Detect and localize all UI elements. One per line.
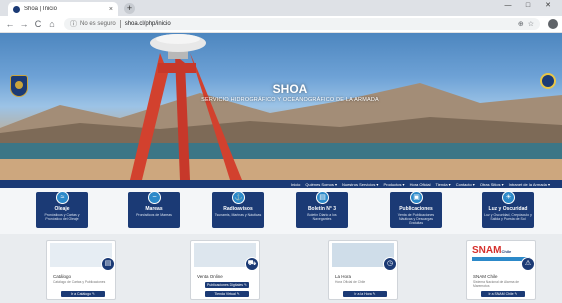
pub-title: La Hora xyxy=(335,274,352,279)
service-title: Radioavisos xyxy=(223,206,253,212)
bulletin-icon: ▤ xyxy=(316,191,329,204)
url-text[interactable]: shoa.cl/php/inicio xyxy=(125,21,514,27)
reload-icon[interactable]: C xyxy=(32,19,44,29)
hero-banner: SHOA SERVICIO HIDROGRÁFICO Y OCEANOGRÁFI… xyxy=(0,33,562,180)
nav-item-contacto[interactable]: Contacto ▾ xyxy=(456,182,475,187)
service-card-oleaje[interactable]: ≈ Oleaje Pronósticos y Cartas y Pronósti… xyxy=(36,191,88,228)
pub-desc: Sistema Nacional de Alarma de Maremotos xyxy=(473,280,519,288)
publicaciones-digitales-button[interactable]: Publicaciones Digitales ✎ xyxy=(205,282,249,288)
back-icon[interactable]: ← xyxy=(4,19,16,29)
nav-item-intranet[interactable]: Intranet de la Armada ▾ xyxy=(509,182,550,187)
pub-title: SNAM Chile xyxy=(473,274,498,279)
bookmark-star-icon[interactable]: ☆ xyxy=(528,20,534,28)
tab-close-icon[interactable]: × xyxy=(109,6,113,13)
la-hora-button[interactable]: Ir a la Hora ✎ xyxy=(343,291,387,297)
close-window-button[interactable]: ✕ xyxy=(538,0,558,12)
service-desc: Boletín Diario a los Navegantes xyxy=(307,213,337,221)
service-desc: Luz y Oscuridad, Crepúsculo y Salida y P… xyxy=(484,213,532,221)
tienda-virtual-button[interactable]: Tienda Virtual ✎ xyxy=(205,291,249,297)
nav-item-servicios[interactable]: Nuestros Servicios ▾ xyxy=(342,182,378,187)
pub-card-la-hora: ◷ La Hora Hora Oficial de Chile Ir a la … xyxy=(328,240,398,300)
pub-card-snam: SNAMChile ⚠ SNAM Chile Sistema Nacional … xyxy=(466,240,536,300)
nav-item-otros-sitios[interactable]: Otras Sitios ▾ xyxy=(480,182,504,187)
browser-tabstrip: Shoa | Inicio × + — □ ✕ xyxy=(0,0,562,16)
main-navbar: Inicio Quiénes Somos ▾ Nuestros Servicio… xyxy=(0,180,562,188)
service-title: Luz y Oscuridad xyxy=(488,206,528,212)
nav-item-tienda[interactable]: Tienda ▾ xyxy=(435,182,450,187)
omnibox-divider xyxy=(119,20,121,28)
anchor-icon: ⚓ xyxy=(232,191,245,204)
service-card-luz-oscuridad[interactable]: ☀ Luz y Oscuridad Luz y Oscuridad, Crepú… xyxy=(482,191,534,228)
seal-icon[interactable] xyxy=(540,73,556,89)
service-card-boletin[interactable]: ▤ Boletín N° 3 Boletín Diario a los Nave… xyxy=(296,191,348,228)
snam-logo-main: SNAM xyxy=(472,245,502,256)
clock-icon: ◷ xyxy=(383,257,397,271)
browser-toolbar: ← → C ⌂ ⓘ No es seguro shoa.cl/php/inici… xyxy=(0,16,562,33)
service-card-mareas[interactable]: ~ Mareas Pronósticos de Mareas xyxy=(128,191,180,228)
window-controls: — □ ✕ xyxy=(498,0,558,12)
forward-icon[interactable]: → xyxy=(18,19,30,29)
alarm-icon: ⚠ xyxy=(521,257,535,271)
new-tab-button[interactable]: + xyxy=(124,3,135,14)
wave-icon: ≈ xyxy=(56,191,69,204)
catalogo-button[interactable]: Ir a Catálogo ✎ xyxy=(61,291,105,297)
home-icon[interactable]: ⌂ xyxy=(46,19,58,29)
armada-crest-logo[interactable] xyxy=(10,75,28,97)
not-secure-label[interactable]: No es seguro xyxy=(80,21,116,27)
service-title: Boletín N° 3 xyxy=(307,206,337,212)
service-desc: Pronósticos de Mareas xyxy=(136,213,172,217)
minimize-button[interactable]: — xyxy=(498,0,518,12)
services-section: ≈ Oleaje Pronósticos y Cartas y Pronósti… xyxy=(0,188,562,234)
service-title: Mareas xyxy=(145,206,163,212)
hero-photo xyxy=(0,34,562,180)
pub-desc: Hora Oficial de Chile xyxy=(335,280,366,284)
zoom-icon[interactable]: ⊕ xyxy=(518,20,524,28)
service-title: Oleaje xyxy=(54,206,70,212)
book-icon: ▤ xyxy=(101,257,115,271)
nav-item-productos[interactable]: Productos ▾ xyxy=(383,182,404,187)
service-title: Publicaciones xyxy=(399,206,433,212)
nav-item-hora-oficial[interactable]: Hora Oficial xyxy=(410,182,431,187)
pub-card-catalogo: ▤ Catálogo Catálogo de Cartas y Publicac… xyxy=(46,240,116,300)
pub-desc: Catálogo de Cartas y Publicaciones xyxy=(53,280,106,284)
publications-section: ▤ Catálogo Catálogo de Cartas y Publicac… xyxy=(0,234,562,303)
cart-icon: ⛟ xyxy=(245,257,259,271)
sun-icon: ☀ xyxy=(502,191,515,204)
hero-subtitle: SERVICIO HIDROGRÁFICO Y OCEANOGRÁFICO DE… xyxy=(201,97,379,103)
service-card-radioavisos[interactable]: ⚓ Radioavisos Tsunamis, Marinas y Náutic… xyxy=(212,191,264,228)
browser-tab[interactable]: Shoa | Inicio × xyxy=(8,2,118,16)
tab-title: Shoa | Inicio xyxy=(24,6,57,12)
address-bar[interactable]: ⓘ No es seguro shoa.cl/php/inicio ⊕ ☆ xyxy=(64,18,540,30)
service-desc: Tsunamis, Marinas y Náuticas xyxy=(214,213,262,217)
service-desc: Venta de Publicaciones Náuticas y Descar… xyxy=(397,213,435,225)
service-card-publicaciones[interactable]: ▣ Publicaciones Venta de Publicaciones N… xyxy=(390,191,442,228)
hero-title: SHOA xyxy=(272,82,308,96)
snam-logo-small: Chile xyxy=(501,249,512,254)
pub-title: Catálogo xyxy=(53,274,72,279)
download-icon: ▣ xyxy=(410,191,423,204)
profile-avatar-icon[interactable] xyxy=(548,19,558,29)
nav-item-quienes-somos[interactable]: Quiénes Somos ▾ xyxy=(305,182,337,187)
snam-button[interactable]: Ir a SNAM Chile ✎ xyxy=(481,291,525,297)
maximize-button[interactable]: □ xyxy=(518,0,538,12)
pub-title: Venta Online xyxy=(197,274,223,279)
nav-item-inicio[interactable]: Inicio xyxy=(291,182,300,187)
tide-icon: ~ xyxy=(148,191,161,204)
warning-icon[interactable]: ⓘ xyxy=(70,19,77,29)
pub-card-venta-online: ⛟ Venta Online Publicaciones Digitales ✎… xyxy=(190,240,260,300)
service-desc: Pronósticos y Cartas y Pronóstico del Ol… xyxy=(44,213,80,221)
shoa-favicon-icon xyxy=(13,5,20,13)
